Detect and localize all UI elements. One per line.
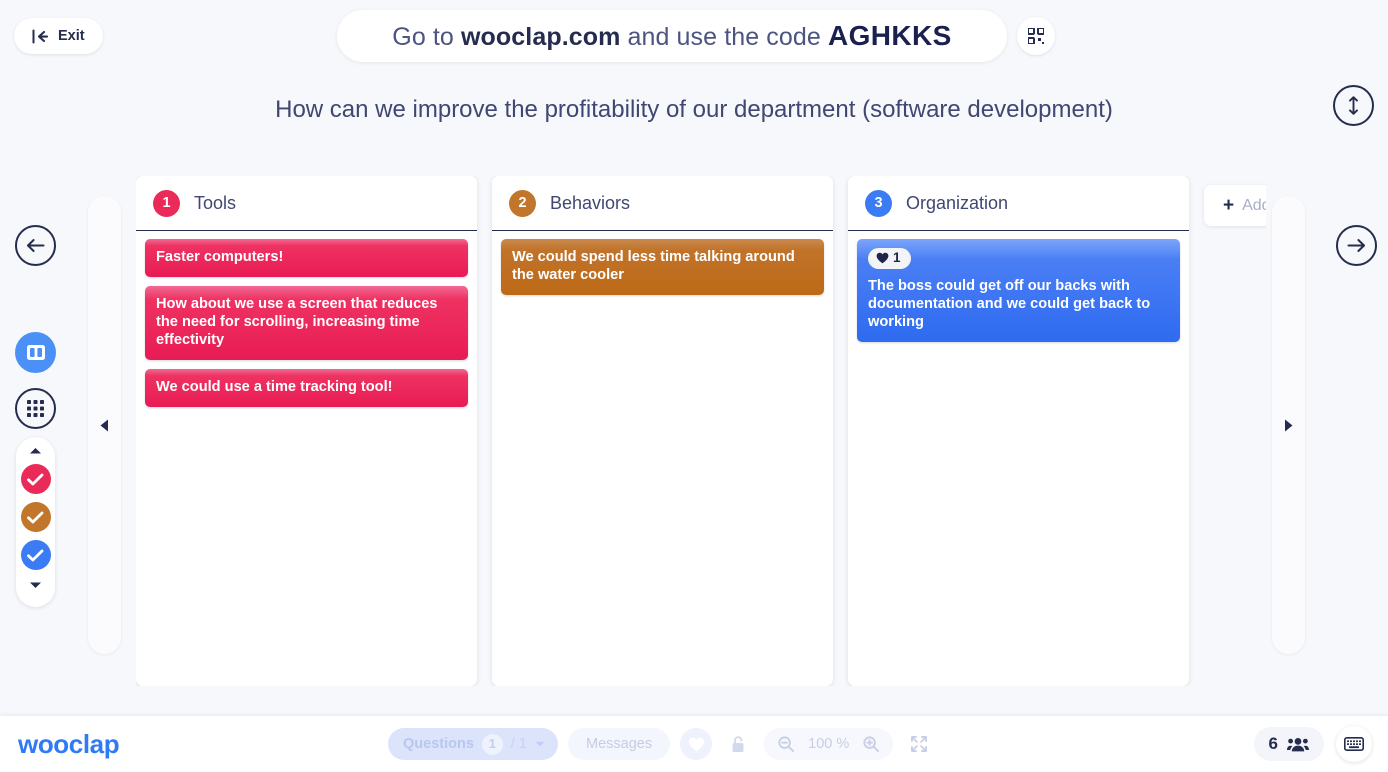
idea-card[interactable]: How about we use a screen that reduces t… (145, 286, 468, 361)
column-title: Tools (194, 192, 237, 213)
plus-icon: + (1223, 195, 1235, 216)
filter-scroll-down-button[interactable] (29, 576, 42, 594)
column-cards: We could spend less time talking around … (492, 231, 833, 686)
banner-domain: wooclap.com (460, 23, 621, 51)
idea-card[interactable]: We could spend less time talking around … (501, 239, 824, 296)
exit-label: Exit (58, 28, 85, 44)
reactions-button[interactable] (680, 728, 713, 760)
exit-icon (32, 29, 48, 43)
questions-current-index: 1 (481, 733, 503, 755)
arrow-left-icon (27, 239, 45, 252)
vote-badge[interactable]: 1 (868, 248, 911, 269)
banner-code: AGHKKS (827, 20, 952, 51)
column-number-badge: 2 (509, 189, 536, 217)
wooclap-logo: wooclap (18, 728, 120, 759)
column-title: Organization (906, 192, 1009, 213)
caret-down-icon (535, 741, 545, 747)
heart-icon (688, 737, 704, 751)
caret-up-icon (30, 448, 41, 454)
messages-label: Messages (586, 736, 653, 752)
participants-counter[interactable]: 6 (1253, 727, 1324, 761)
board-column-behaviors: 2 Behaviors We could spend less time tal… (492, 176, 833, 686)
column-header: 3 Organization (848, 176, 1189, 231)
columns-view-button[interactable] (15, 332, 56, 373)
grid-view-button[interactable] (15, 388, 56, 429)
column-cards: Faster computers! How about we use a scr… (136, 231, 477, 686)
fullscreen-button[interactable] (903, 728, 935, 760)
messages-button[interactable]: Messages (568, 728, 671, 760)
banner-middle: and use the code (620, 23, 828, 51)
zoom-in-button[interactable] (855, 728, 887, 760)
fullscreen-icon (911, 736, 928, 752)
wooclap-brainstorm-screen: Exit Go to wooclap.com and use the code … (0, 0, 1388, 772)
filter-scroll-up-button[interactable] (29, 442, 42, 460)
banner-prefix: Go to (392, 23, 461, 51)
exit-button[interactable]: Exit (14, 18, 103, 54)
column-header: 1 Tools (136, 176, 477, 231)
vote-count: 1 (893, 250, 901, 265)
participants-count: 6 (1268, 734, 1278, 753)
qr-code-icon (1028, 28, 1044, 44)
check-circle-icon (27, 511, 44, 523)
lock-button[interactable] (722, 728, 754, 760)
questions-total: / 1 (510, 736, 528, 752)
board-column-tools: 1 Tools Faster computers! How about we u… (136, 176, 477, 686)
filter-category-3[interactable] (20, 540, 51, 570)
access-code-text: Go to wooclap.com and use the code AGHKK… (392, 20, 951, 52)
column-cards: 1 The boss could get off our backs with … (848, 231, 1189, 686)
check-circle-icon (27, 473, 44, 485)
column-number-badge: 3 (865, 189, 892, 217)
bottom-toolbar-right: 6 (1253, 726, 1372, 762)
caret-down-icon (30, 582, 41, 588)
check-circle-icon (27, 549, 44, 561)
arrow-right-icon (1347, 239, 1365, 252)
filter-category-1[interactable] (20, 464, 51, 494)
questions-label: Questions (403, 736, 474, 752)
previous-question-button[interactable] (15, 225, 56, 266)
column-header: 2 Behaviors (492, 176, 833, 231)
scroll-columns-left-handle[interactable] (88, 196, 121, 654)
bottom-toolbar: wooclap Questions 1 / 1 Messages 100 % 6 (0, 716, 1388, 772)
add-column-button[interactable]: + Add (1204, 185, 1266, 226)
access-code-banner: Go to wooclap.com and use the code AGHKK… (337, 10, 1007, 62)
keyboard-shortcuts-button[interactable] (1336, 726, 1372, 762)
expand-vertical-icon (1349, 96, 1358, 115)
triangle-left-icon (100, 419, 108, 431)
add-column-label: Add (1242, 196, 1266, 214)
idea-card[interactable]: We could use a time tracking tool! (145, 369, 468, 408)
category-filter-panel (16, 437, 55, 607)
zoom-out-icon (778, 736, 795, 752)
column-number-badge: 1 (153, 189, 180, 217)
idea-card[interactable]: 1 The boss could get off our backs with … (857, 239, 1180, 343)
question-title: How can we improve the profitability of … (275, 96, 1113, 123)
triangle-right-icon (1285, 419, 1293, 431)
column-title: Behaviors (550, 192, 631, 213)
next-question-button[interactable] (1336, 225, 1377, 266)
heart-icon (876, 253, 889, 264)
qr-code-button[interactable] (1017, 17, 1055, 55)
lock-icon (732, 735, 744, 752)
zoom-controls: 100 % (764, 728, 894, 760)
keyboard-icon (1344, 737, 1364, 751)
people-icon (1287, 737, 1309, 751)
questions-selector[interactable]: Questions 1 / 1 (388, 728, 559, 760)
brainstorm-board: 1 Tools Faster computers! How about we u… (136, 176, 1266, 686)
zoom-level-label: 100 % (808, 736, 850, 752)
grid-view-icon (27, 400, 44, 417)
idea-card-text: The boss could get off our backs with do… (868, 277, 1151, 330)
idea-card[interactable]: Faster computers! (145, 239, 468, 278)
zoom-in-icon (863, 736, 880, 752)
zoom-out-button[interactable] (770, 728, 802, 760)
board-column-organization: 3 Organization 1 The boss could get off … (848, 176, 1189, 686)
columns-view-icon (26, 345, 45, 360)
expand-question-button[interactable] (1333, 85, 1374, 126)
scroll-columns-right-handle[interactable] (1272, 196, 1305, 654)
bottom-toolbar-center: Questions 1 / 1 Messages 100 % (388, 728, 935, 760)
filter-category-2[interactable] (20, 502, 51, 532)
